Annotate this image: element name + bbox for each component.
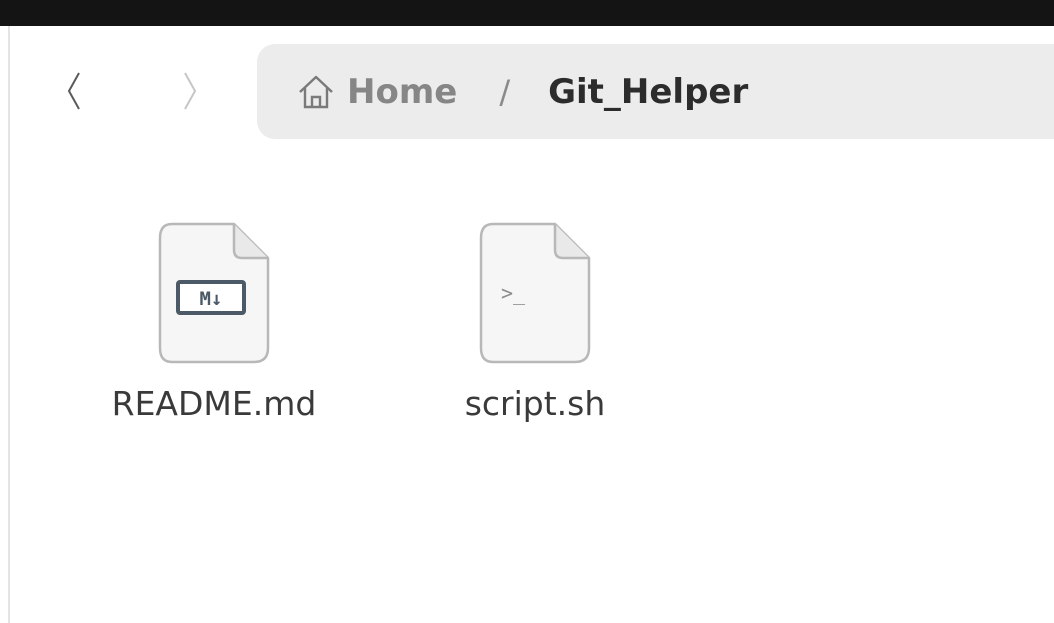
file-name-script: script.sh xyxy=(464,384,606,423)
sidebar-edge xyxy=(8,26,10,623)
top-bar xyxy=(0,0,1054,26)
markdown-badge: M↓ xyxy=(200,288,223,310)
file-item-script[interactable]: >_ script.sh xyxy=(420,222,650,432)
breadcrumb-separator: / xyxy=(499,72,511,111)
breadcrumb-home-label: Home xyxy=(347,71,458,112)
home-icon xyxy=(299,75,333,108)
markdown-file-icon: M↓ xyxy=(158,222,270,364)
file-item-readme[interactable]: M↓ README.md xyxy=(99,222,329,432)
chevron-right-icon xyxy=(184,72,197,110)
chevron-left-icon xyxy=(67,72,80,110)
breadcrumb-current-folder[interactable]: Git_Helper xyxy=(548,72,748,112)
file-name-readme: README.md xyxy=(111,384,317,423)
shell-script-file-icon: >_ xyxy=(479,222,591,364)
file-manager-window: Home / Git_Helper M↓ README.md >_ script… xyxy=(0,0,1054,623)
breadcrumb: Home / Git_Helper xyxy=(257,44,1054,139)
breadcrumb-home[interactable]: Home xyxy=(297,72,457,112)
back-button[interactable] xyxy=(52,62,96,120)
terminal-prompt-glyph: >_ xyxy=(501,281,526,305)
forward-button[interactable] xyxy=(168,62,212,120)
